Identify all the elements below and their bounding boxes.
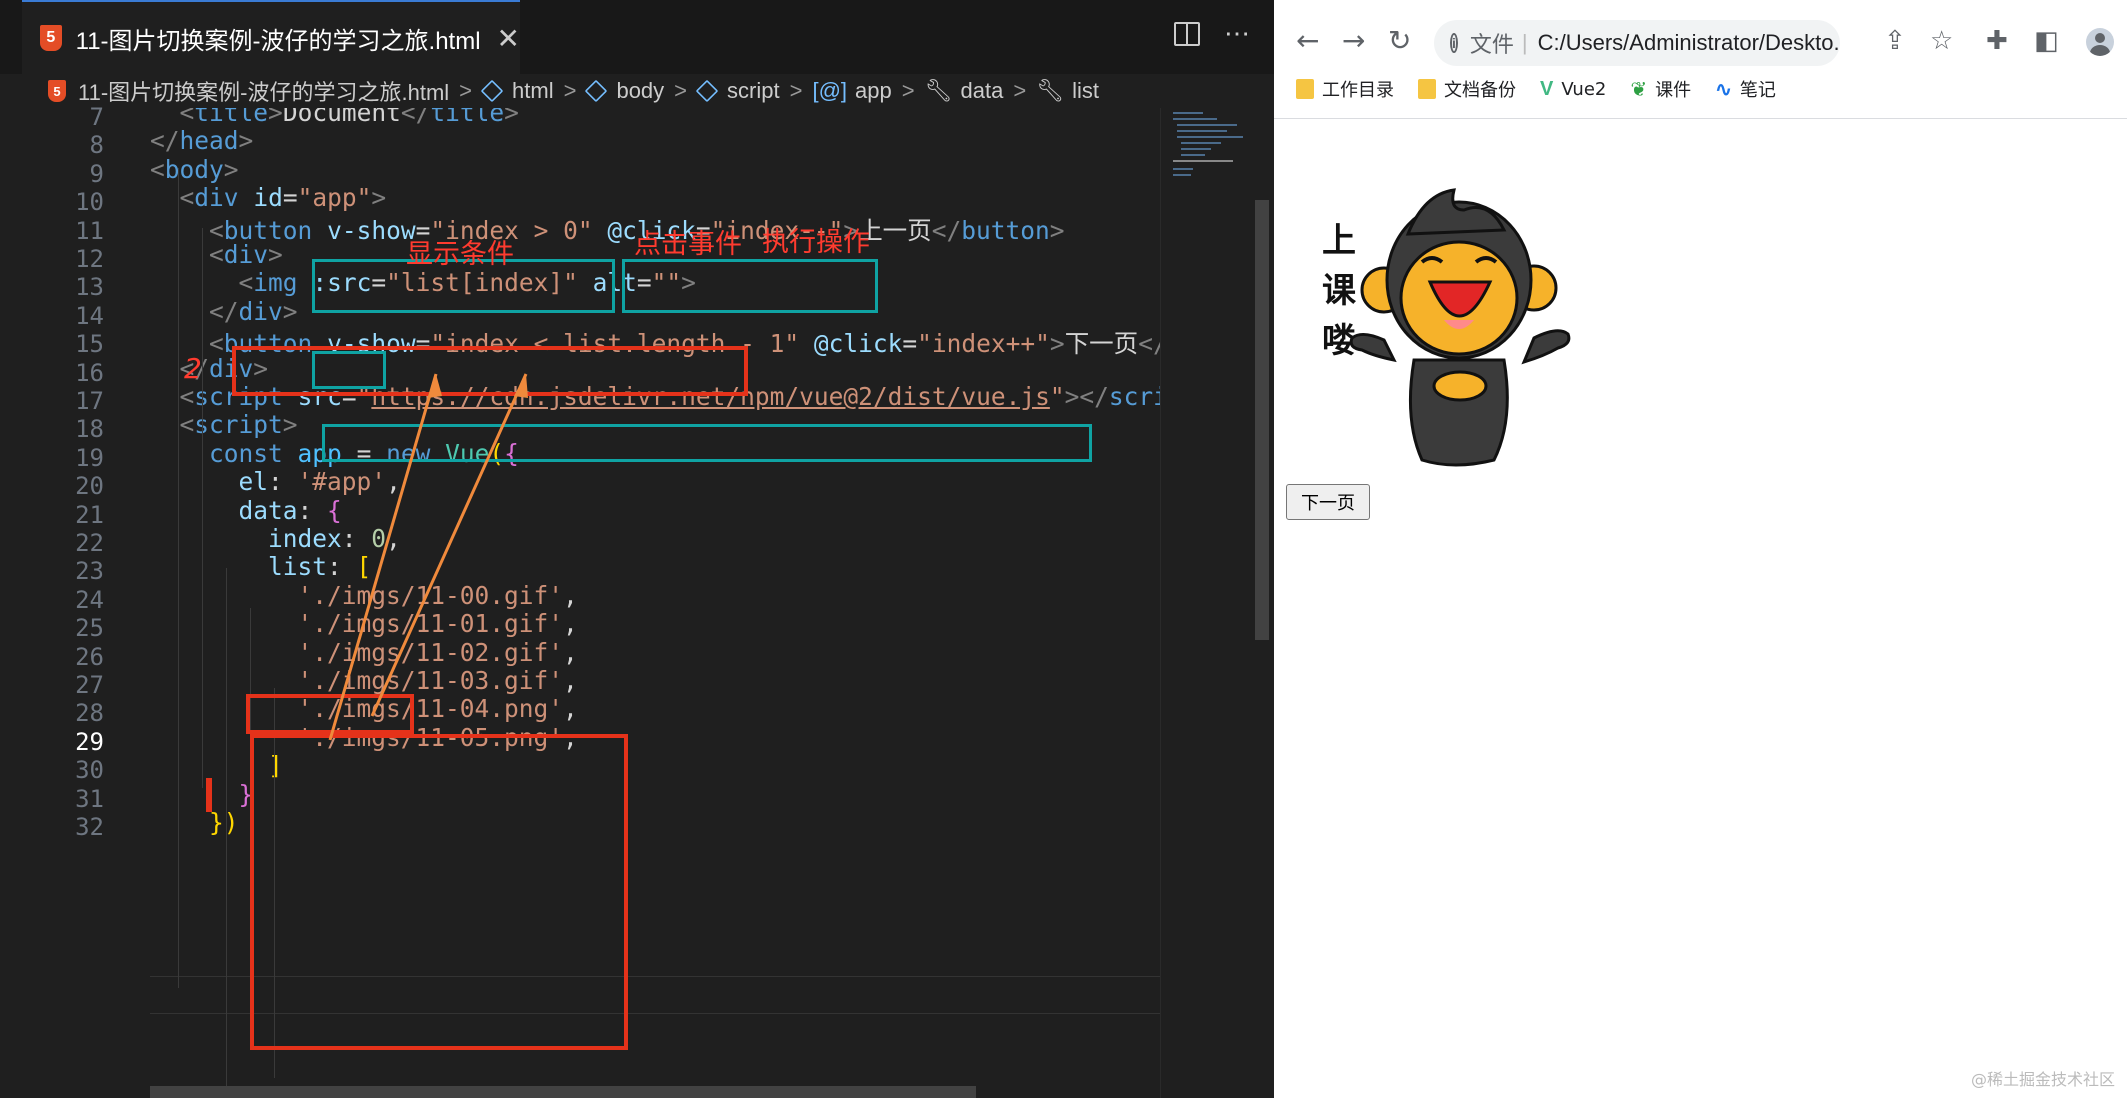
bookmark-doc-backup[interactable]: 文档备份 xyxy=(1418,76,1516,102)
reload-icon[interactable]: ↻ xyxy=(1388,24,1411,57)
folder-icon xyxy=(1418,79,1436,99)
address-bar[interactable]: i 文件 | C:/Users/Administrator/Deskto... xyxy=(1434,20,1840,66)
code-editor: 5 11-图片切换案例-波仔的学习之旅.html ✕ ⋯ 5 11-图片切换案例-… xyxy=(0,0,1274,1098)
extensions-icon[interactable]: ✚ xyxy=(1986,26,2008,56)
image-text-1: 上 xyxy=(1322,221,1356,261)
hair xyxy=(1405,188,1507,236)
bookmark-work-dir[interactable]: 工作目录 xyxy=(1296,76,1394,102)
back-icon[interactable]: ← xyxy=(1296,24,1319,57)
arrow-index-to-index xyxy=(370,373,528,717)
arrow-list-to-list xyxy=(328,373,438,741)
vue-icon: V xyxy=(1540,77,1554,100)
address-text: C:/Users/Administrator/Deskto... xyxy=(1537,30,1840,55)
forward-icon[interactable]: → xyxy=(1342,24,1365,57)
bookmark-courseware[interactable]: ❦ 课件 xyxy=(1630,76,1691,102)
right-arm xyxy=(1521,329,1571,365)
share-icon[interactable]: ⇪ xyxy=(1884,26,1906,56)
bookmark-notes[interactable]: ∿ 笔记 xyxy=(1715,76,1776,102)
leaf-icon: ❦ xyxy=(1630,77,1648,101)
star-icon[interactable]: ☆ xyxy=(1930,26,1953,56)
info-icon[interactable]: i xyxy=(1450,33,1458,53)
sidepanel-icon[interactable]: ◧ xyxy=(2034,26,2059,56)
arrow-head-1 xyxy=(428,374,442,398)
mascot-image: 上 课 喽 xyxy=(1322,188,1571,467)
note-icon: ∿ xyxy=(1715,78,1732,101)
left-arm xyxy=(1349,333,1397,363)
browser-toolbar: ← → ↻ i 文件 | C:/Users/Administrator/Desk… xyxy=(1274,0,2127,119)
image-text-2: 课 xyxy=(1322,271,1357,311)
profile-icon[interactable] xyxy=(2086,28,2114,56)
folder-icon xyxy=(1296,79,1314,99)
bookmark-vue2[interactable]: V Vue2 xyxy=(1540,76,1606,102)
next-page-button[interactable]: 下一页 xyxy=(1286,484,1370,520)
bookmarks-bar: 工作目录 文档备份 V Vue2 ❦ 课件 ∿ 笔记 xyxy=(1296,76,1776,102)
watermark: @稀土掘金技术社区 xyxy=(1970,1070,2115,1089)
belly xyxy=(1432,370,1488,402)
browser-window: ← → ↻ i 文件 | C:/Users/Administrator/Desk… xyxy=(1274,0,2127,1098)
annotation-arrows xyxy=(328,373,528,741)
address-chip: 文件 xyxy=(1469,32,1514,57)
arrow-head-2 xyxy=(514,374,528,398)
